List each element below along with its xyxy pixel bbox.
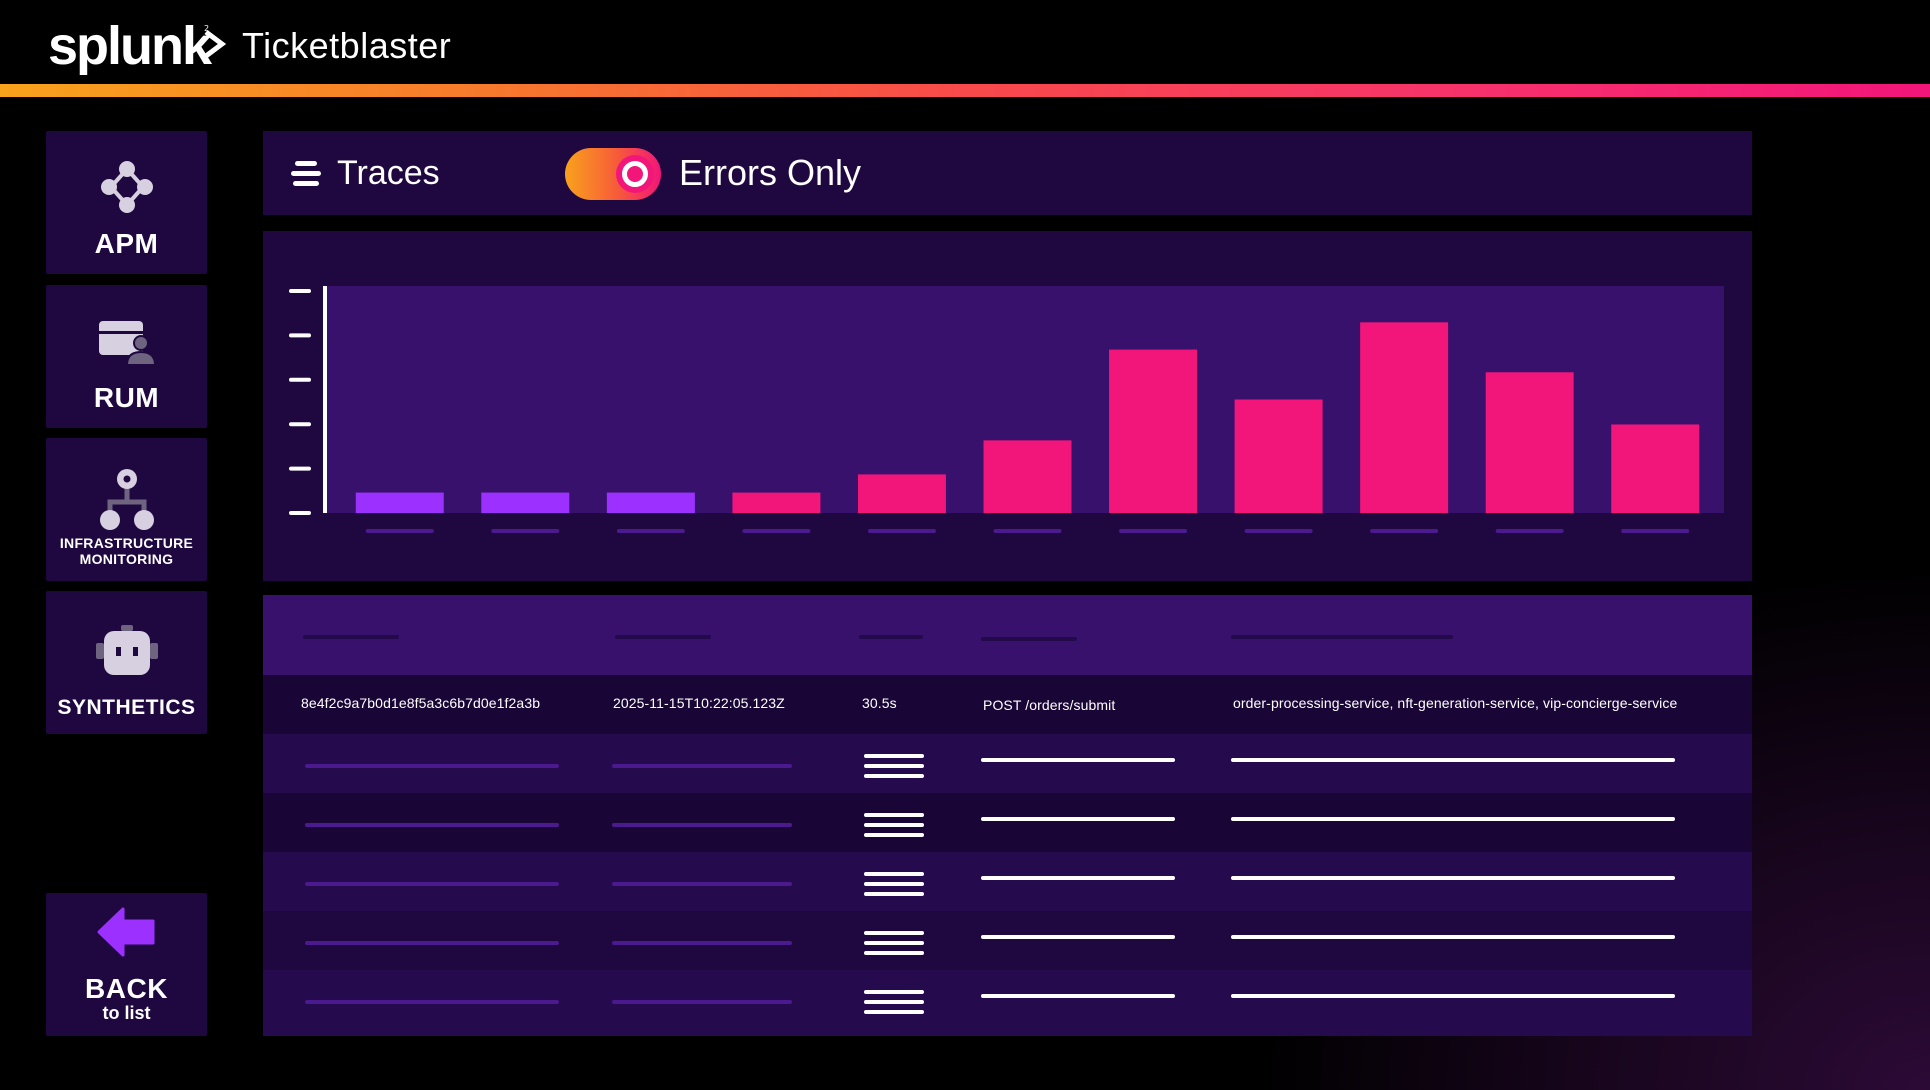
duration-placeholder (864, 990, 924, 994)
duration-placeholder (864, 764, 924, 768)
chart-bar[interactable] (606, 492, 695, 513)
duration-placeholder (864, 1000, 924, 1004)
trace-id-placeholder (305, 823, 559, 827)
chart-bar[interactable] (1234, 399, 1323, 514)
chart-bar[interactable] (481, 492, 570, 513)
duration-placeholder (864, 941, 924, 945)
sidebar-item-label: APM (94, 228, 159, 259)
operation-placeholder (981, 876, 1175, 880)
chart-bar[interactable] (857, 474, 946, 513)
services-placeholder (1231, 758, 1675, 762)
services-placeholder (1231, 935, 1675, 939)
apm-network-icon (100, 161, 153, 213)
trace-id-placeholder (305, 941, 559, 945)
timestamp-placeholder (612, 1000, 792, 1004)
table-header (263, 595, 1752, 675)
operation-placeholder (981, 758, 1175, 762)
label-line-2: MONITORING (79, 551, 174, 567)
timestamp-placeholder (612, 823, 792, 827)
traces-label: Traces (337, 154, 440, 192)
duration-placeholder (864, 754, 924, 758)
duration-cell: 30.5s (862, 695, 897, 711)
duration-placeholder (864, 823, 924, 827)
chart-bar[interactable] (1360, 322, 1449, 513)
chart-bar[interactable] (1109, 349, 1198, 513)
duration-placeholder (864, 813, 924, 817)
table-row[interactable] (263, 734, 1752, 793)
robot-icon (95, 625, 158, 675)
sidebar-item-label: SYNTHETICS (57, 696, 196, 719)
duration-placeholder (864, 872, 924, 876)
services-placeholder (1231, 817, 1675, 821)
toggle-knob (616, 155, 654, 193)
operation-placeholder (981, 817, 1175, 821)
timestamp-cell: 2025-11-15T10:22:05.123Z (613, 695, 785, 711)
table-row[interactable] (263, 911, 1752, 970)
sidebar-item-synthetics[interactable]: SYNTHETICS (46, 591, 207, 734)
operation-cell: POST /orders/submit (983, 697, 1116, 713)
label-line-1: INFRASTRUCTURE (59, 535, 194, 551)
errors-only-label: Errors Only (679, 152, 862, 193)
back-arrow-icon (97, 907, 154, 957)
table-row-selected[interactable]: 8e4f2c9a7b0d1e8f5a3c6b7d0e1f2a3b 2025-11… (263, 675, 1752, 734)
rum-user-browser-icon (98, 321, 156, 366)
timestamp-placeholder (612, 941, 792, 945)
timestamp-placeholder (612, 764, 792, 768)
column-header-operation[interactable] (981, 637, 1077, 641)
table-row[interactable] (263, 852, 1752, 911)
duration-placeholder (864, 1010, 924, 1014)
back-label: BACK (85, 973, 168, 1004)
chart-bar[interactable] (355, 492, 444, 513)
duration-placeholder (864, 892, 924, 896)
operation-placeholder (981, 994, 1175, 998)
operation-placeholder (981, 935, 1175, 939)
traces-table: 8e4f2c9a7b0d1e8f5a3c6b7d0e1f2a3b 2025-11… (263, 595, 1752, 1036)
trace-id-placeholder (305, 882, 559, 886)
header-accent-bar (0, 84, 1930, 97)
app-header: splunk 2 Ticketblaster (0, 0, 1930, 84)
sidebar-item-rum[interactable]: RUM (46, 285, 207, 428)
chart-bar[interactable] (983, 440, 1072, 513)
chart-bar[interactable] (732, 492, 821, 513)
duration-placeholder (864, 774, 924, 778)
app-title: Ticketblaster (242, 25, 452, 66)
splunk-logo: splunk (48, 16, 212, 76)
services-placeholder (1231, 876, 1675, 880)
timestamp-placeholder (612, 882, 792, 886)
svg-text:2: 2 (204, 24, 209, 33)
trace-id-placeholder (305, 1000, 559, 1004)
column-header-timestamp[interactable] (615, 635, 711, 639)
traces-chart-panel (263, 231, 1752, 581)
back-to-list-button[interactable]: BACK to list (46, 893, 207, 1036)
filter-lines-icon[interactable] (289, 161, 323, 187)
sidebar-item-label: RUM (93, 382, 160, 413)
column-header-trace-id[interactable] (303, 635, 399, 639)
trace-id-cell[interactable]: 8e4f2c9a7b0d1e8f5a3c6b7d0e1f2a3b (301, 695, 540, 711)
trace-id-placeholder (305, 764, 559, 768)
back-sublabel: to list (102, 1003, 151, 1023)
duration-placeholder (864, 931, 924, 935)
sidebar-item-apm[interactable]: APM (46, 131, 207, 274)
table-row[interactable] (263, 793, 1752, 852)
duration-placeholder (864, 882, 924, 886)
sidebar-item-infrastructure-monitoring[interactable]: INFRASTRUCTURE MONITORING (46, 438, 207, 581)
column-header-services[interactable] (1231, 635, 1453, 639)
chart-bar[interactable] (1611, 424, 1700, 513)
column-header-duration[interactable] (859, 635, 923, 639)
duration-placeholder (864, 951, 924, 955)
sidebar-item-label: INFRASTRUCTURE MONITORING (60, 535, 193, 567)
services-cell: order-processing-service, nft-generation… (1233, 695, 1678, 711)
chart-bar[interactable] (1485, 372, 1574, 513)
duration-placeholder (864, 833, 924, 837)
traces-toolbar: Traces Errors Only (263, 131, 1752, 215)
infrastructure-hierarchy-icon (99, 469, 154, 530)
table-row[interactable] (263, 970, 1752, 1036)
logo-chevron-icon: 2 (204, 24, 227, 58)
services-placeholder (1231, 994, 1675, 998)
traces-bar-chart (289, 286, 1724, 533)
errors-only-toggle[interactable] (565, 148, 661, 200)
